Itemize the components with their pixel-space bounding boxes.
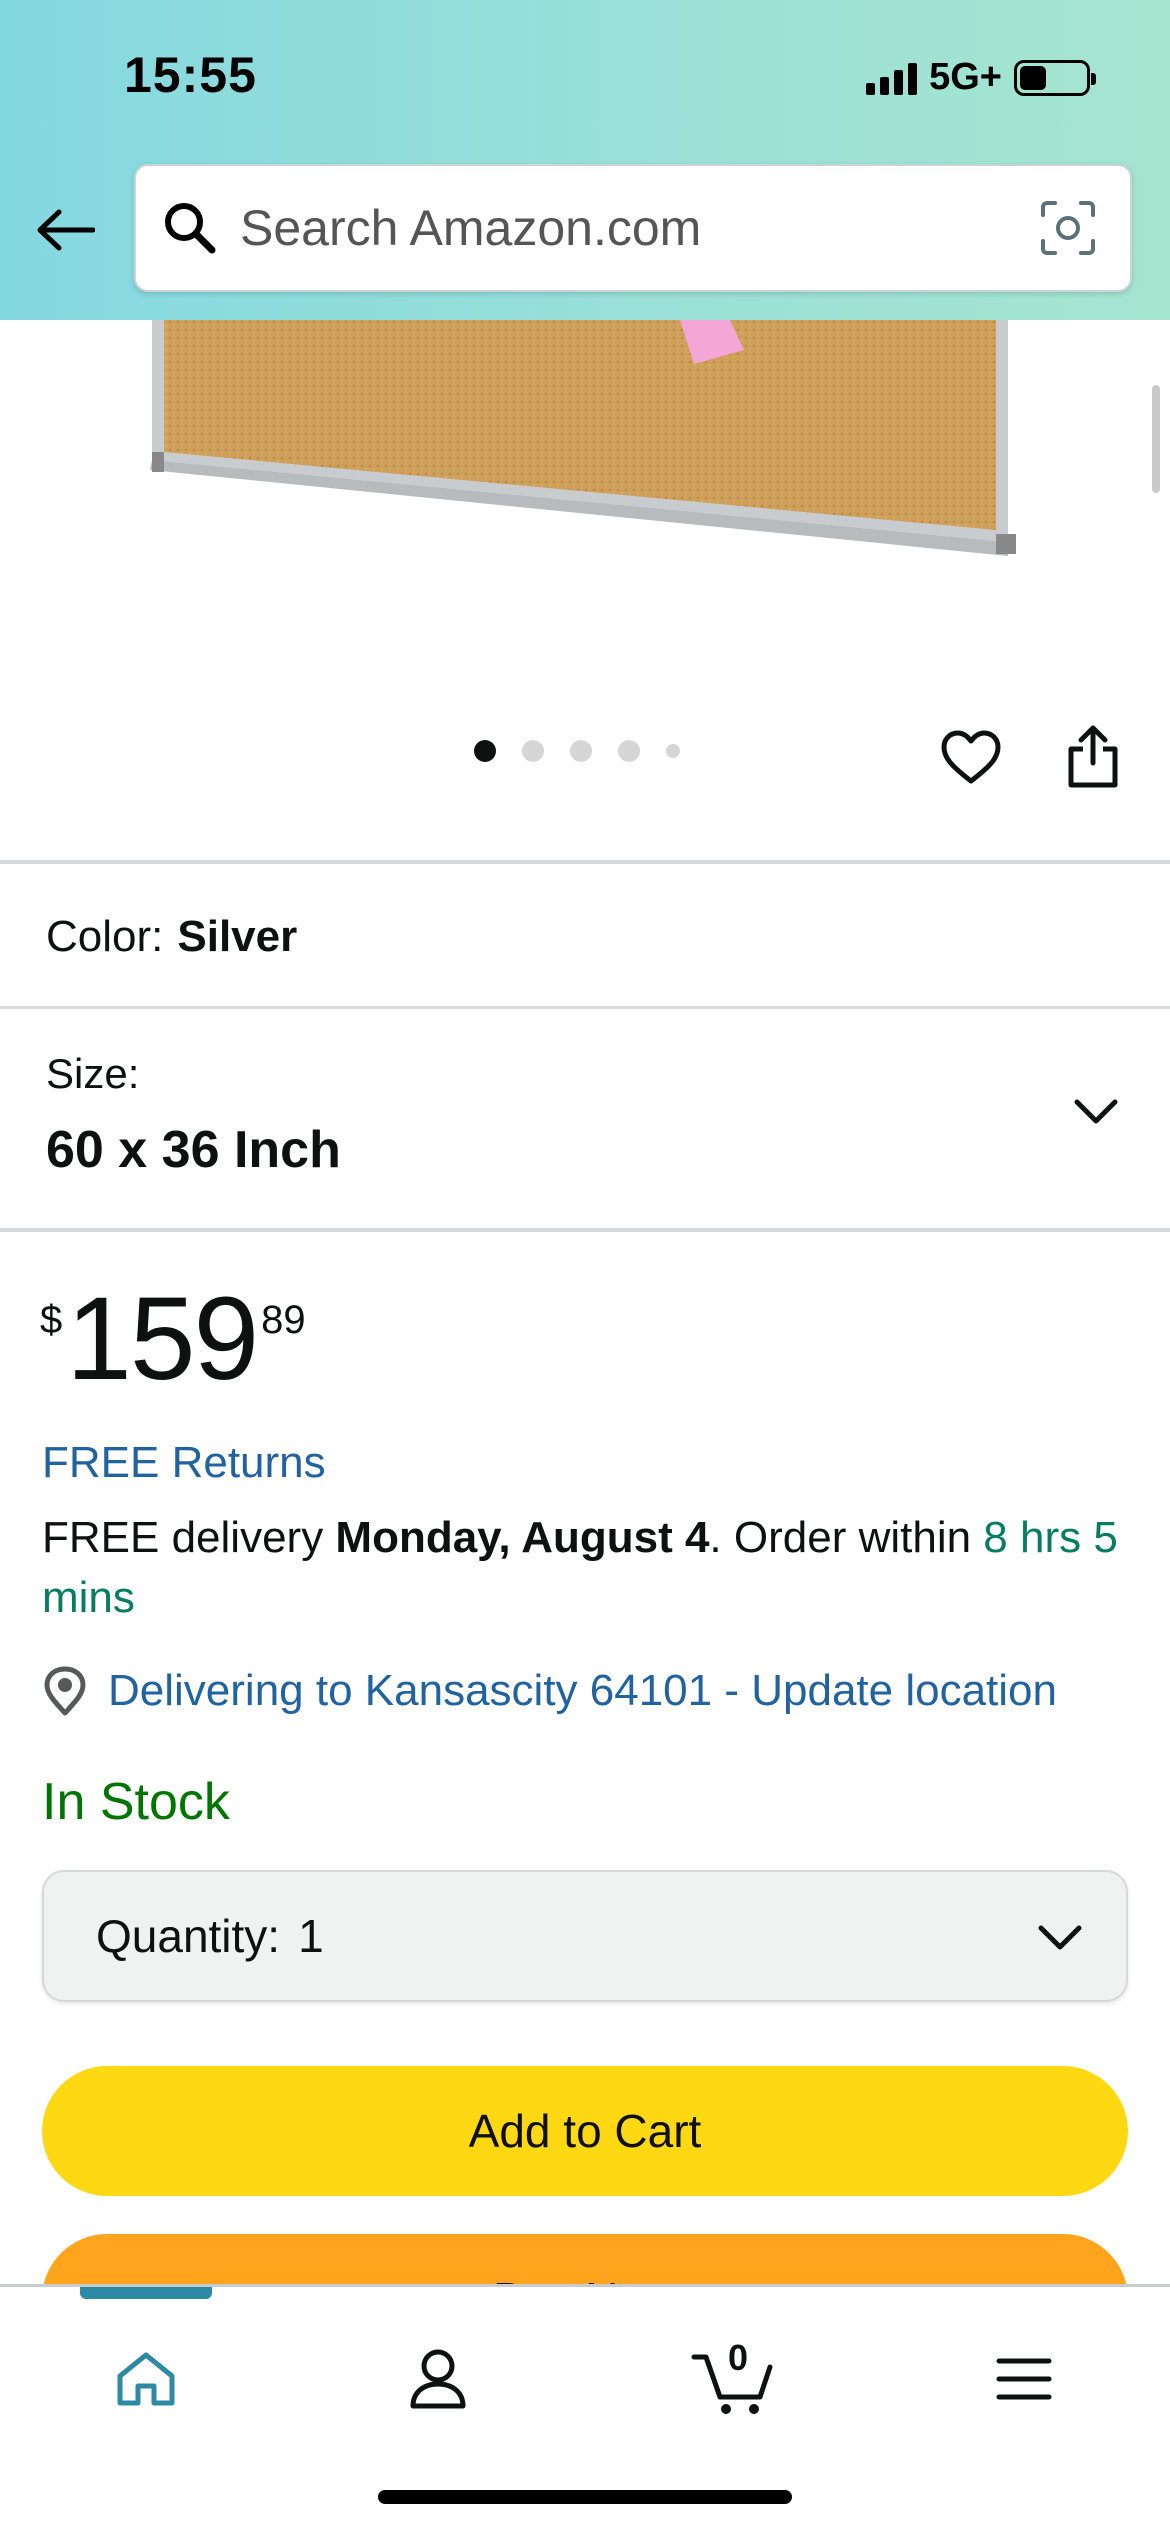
stock-status: In Stock (42, 1773, 230, 1831)
battery-icon (1014, 59, 1096, 96)
quantity-label: Quantity: (96, 1910, 281, 1962)
heart-icon (941, 730, 1001, 784)
chevron-down-icon (1030, 1908, 1090, 1968)
nav-cart[interactable]: 0 (680, 2329, 790, 2429)
size-value: 60 x 36 Inch (46, 1121, 341, 1179)
quantity-selector[interactable]: Quantity: 1 (42, 1870, 1128, 2002)
divider (0, 1006, 1170, 1009)
location-text[interactable]: Delivering to Kansascity 64101 - Update … (108, 1666, 1057, 1716)
share-icon (1068, 725, 1118, 788)
free-returns-link[interactable]: FREE Returns (42, 1438, 326, 1488)
delivery-middle: . Order within (709, 1513, 984, 1562)
status-time: 15:55 (124, 47, 257, 103)
search-icon (160, 198, 220, 258)
divider (0, 860, 1170, 864)
price: $ 159 89 (40, 1280, 306, 1398)
price-symbol: $ (40, 1298, 63, 1342)
chevron-down-icon (1066, 1082, 1126, 1142)
color-selector[interactable]: Color: Silver (46, 912, 297, 962)
image-carousel-dots[interactable] (474, 740, 680, 762)
price-fraction: 89 (261, 1298, 306, 1342)
share-button[interactable] (1058, 718, 1128, 794)
cart-count: 0 (728, 2337, 749, 2378)
add-to-cart-button[interactable]: Add to Cart (42, 2066, 1128, 2196)
color-label: Color: (46, 912, 164, 961)
nav-menu[interactable] (974, 2329, 1074, 2429)
size-selector[interactable]: Size: 60 x 36 Inch (0, 1010, 1170, 1230)
color-value: Silver (177, 912, 298, 961)
carousel-dot[interactable] (522, 740, 544, 762)
status-indicators: 5G+ (866, 56, 1096, 99)
back-arrow-icon (37, 209, 95, 251)
quantity-value: 1 (298, 1910, 324, 1962)
nav-account[interactable] (388, 2329, 488, 2429)
header: 15:55 5G+ Search Amazon.com (0, 0, 1170, 320)
search-bar[interactable]: Search Amazon.com (134, 164, 1132, 292)
size-label: Size: (46, 1050, 140, 1097)
divider (0, 1228, 1170, 1232)
carousel-dot[interactable] (474, 740, 496, 762)
network-type: 5G+ (929, 56, 1002, 98)
back-button[interactable] (30, 195, 100, 265)
nav-home[interactable] (96, 2329, 196, 2429)
scrollbar[interactable] (1152, 385, 1160, 493)
delivery-location-link[interactable]: Delivering to Kansascity 64101 - Update … (42, 1666, 1057, 1716)
add-to-list-button[interactable] (936, 722, 1006, 792)
carousel-dot[interactable] (570, 740, 592, 762)
camera-search-icon[interactable] (1038, 198, 1098, 258)
delivery-prefix: FREE delivery (42, 1513, 336, 1562)
location-pin-icon (42, 1666, 88, 1716)
home-icon (117, 2352, 175, 2406)
carousel-dot[interactable] (666, 744, 680, 758)
signal-icon (866, 61, 918, 95)
delivery-info: FREE delivery Monday, August 4. Order wi… (42, 1508, 1132, 1628)
price-whole: 159 (66, 1273, 259, 1405)
account-icon (410, 2349, 466, 2409)
menu-icon (996, 2358, 1052, 2400)
search-input[interactable]: Search Amazon.com (240, 199, 1038, 257)
home-indicator[interactable] (378, 2490, 792, 2504)
active-tab-indicator (80, 2287, 212, 2299)
delivery-date: Monday, August 4 (335, 1513, 710, 1562)
carousel-dot[interactable] (618, 740, 640, 762)
